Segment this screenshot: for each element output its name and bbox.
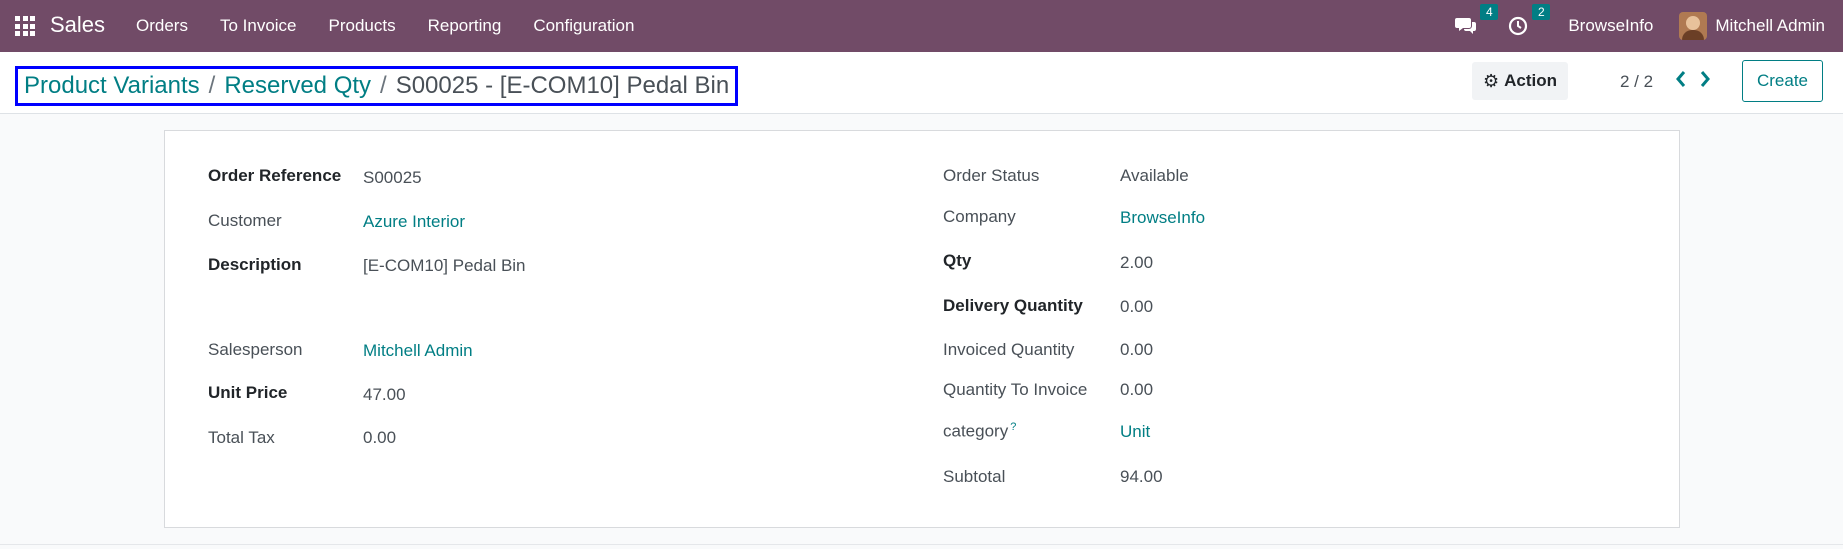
label-total-tax: Total Tax xyxy=(208,428,275,447)
action-button[interactable]: ⚙ Action xyxy=(1472,62,1568,100)
menu-configuration[interactable]: Configuration xyxy=(517,16,650,36)
breadcrumb-separator: / xyxy=(208,72,216,99)
value-order-status: Available xyxy=(1120,166,1189,185)
label-company: Company xyxy=(943,207,1016,226)
label-invoiced-quantity: Invoiced Quantity xyxy=(943,340,1075,359)
user-avatar[interactable] xyxy=(1679,12,1708,40)
label-category-text: category xyxy=(943,421,1009,441)
value-unit-price: 47.00 xyxy=(363,385,406,404)
label-delivery-quantity: Delivery Quantity xyxy=(943,296,1083,315)
breadcrumb-separator: / xyxy=(380,72,387,99)
top-navbar: Sales Orders To Invoice Products Reporti… xyxy=(0,0,1843,52)
value-total-tax: 0.00 xyxy=(363,428,397,447)
user-menu[interactable]: Mitchell Admin xyxy=(1715,16,1825,36)
menu-orders[interactable]: Orders xyxy=(120,16,204,36)
messages-badge: 4 xyxy=(1480,4,1499,20)
value-company[interactable]: BrowseInfo xyxy=(1120,208,1205,228)
label-description: Description xyxy=(208,255,302,274)
value-quantity-to-invoice: 0.00 xyxy=(1120,380,1154,399)
label-subtotal: Subtotal xyxy=(943,467,1006,486)
breadcrumb: Product Variants / Reserved Qty / S00025… xyxy=(15,66,739,106)
label-customer: Customer xyxy=(208,211,282,230)
value-category[interactable]: Unit xyxy=(1120,422,1150,442)
value-customer[interactable]: Azure Interior xyxy=(363,212,465,232)
value-invoiced-quantity: 0.00 xyxy=(1120,340,1154,359)
bottom-divider xyxy=(0,544,1843,545)
value-subtotal: 94.00 xyxy=(1120,467,1163,486)
action-label: Action xyxy=(1504,71,1558,90)
label-order-reference: Order Reference xyxy=(208,166,342,185)
value-order-reference: S00025 xyxy=(363,168,422,187)
apps-menu-icon[interactable] xyxy=(15,16,35,36)
app-name[interactable]: Sales xyxy=(50,12,105,38)
breadcrumb-current: S00025 - [E-COM10] Pedal Bin xyxy=(395,72,730,99)
label-order-status: Order Status xyxy=(943,166,1040,185)
menu-reporting[interactable]: Reporting xyxy=(412,16,518,36)
form-sheet: Order Reference S00025 Customer Azure In… xyxy=(164,130,1680,528)
label-category: category? xyxy=(943,421,1016,442)
gear-icon: ⚙ xyxy=(1482,70,1500,91)
company-switcher[interactable]: BrowseInfo xyxy=(1568,16,1653,36)
activities-badge: 2 xyxy=(1532,4,1551,20)
value-qty: 2.00 xyxy=(1120,253,1154,272)
breadcrumb-product-variants[interactable]: Product Variants xyxy=(24,72,200,100)
pager-next-icon[interactable] xyxy=(1699,70,1711,92)
help-tooltip-icon[interactable]: ? xyxy=(1010,421,1016,433)
create-button[interactable]: Create xyxy=(1742,60,1823,102)
label-qty: Qty xyxy=(943,251,972,270)
label-salesperson: Salesperson xyxy=(208,340,303,359)
value-salesperson[interactable]: Mitchell Admin xyxy=(363,341,473,361)
label-quantity-to-invoice: Quantity To Invoice xyxy=(943,380,1088,399)
systray: 4 2 BrowseInfo Mitchell Admin xyxy=(1454,0,1843,52)
pager-value[interactable]: 2 / 2 xyxy=(1620,72,1653,92)
label-unit-price: Unit Price xyxy=(208,383,288,402)
menu-products[interactable]: Products xyxy=(313,16,412,36)
main-menu: Orders To Invoice Products Reporting Con… xyxy=(120,0,650,52)
control-panel: Product Variants / Reserved Qty / S00025… xyxy=(0,52,1843,114)
breadcrumb-reserved-qty[interactable]: Reserved Qty xyxy=(224,72,371,100)
pager-previous-icon[interactable] xyxy=(1675,70,1687,92)
value-description: [E-COM10] Pedal Bin xyxy=(363,256,526,275)
activities-clock-icon[interactable]: 2 xyxy=(1506,4,1551,38)
value-delivery-quantity: 0.00 xyxy=(1120,297,1154,316)
menu-to-invoice[interactable]: To Invoice xyxy=(204,16,313,36)
messages-icon[interactable]: 4 xyxy=(1454,4,1499,38)
